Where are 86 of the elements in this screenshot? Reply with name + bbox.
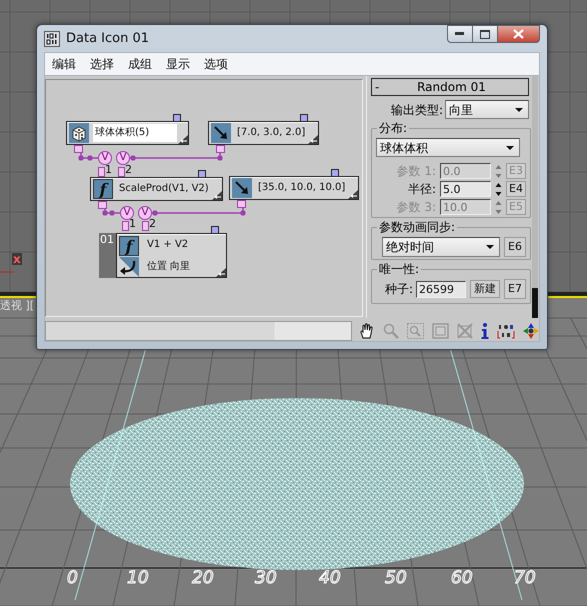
corner-arrow-icon [308, 135, 318, 144]
input-socket[interactable]: V [98, 151, 112, 165]
ruler-label: 30 [255, 568, 277, 588]
corner-arrow-icon [348, 190, 358, 199]
node-label: 球体体积(5) [93, 124, 177, 142]
group-title: 唯一性: [377, 262, 422, 277]
spinner-icon[interactable] [495, 182, 502, 196]
expression-button[interactable]: E4 [506, 181, 526, 197]
axis-label: x [12, 253, 22, 265]
window-title: Data Icon 01 [66, 31, 150, 46]
port-number: 1 [105, 164, 112, 176]
output-plug[interactable] [74, 145, 83, 153]
collapse-toggle[interactable]: - [372, 80, 389, 94]
new-seed-button[interactable]: 新建 [470, 280, 500, 298]
rollout-title: Random 01 [416, 80, 487, 94]
input-port[interactable] [118, 167, 125, 177]
port-number: 1 [129, 218, 136, 230]
field-label: 半径: [408, 182, 436, 196]
ruler-label: 10 [127, 568, 149, 588]
corner-arrow-icon [216, 268, 226, 277]
dropdown-arrow-icon [486, 245, 494, 249]
dropdown[interactable]: 绝对时间 [382, 237, 500, 257]
number-field[interactable]: 5.0 [440, 181, 491, 197]
input-socket[interactable]: V [138, 206, 152, 220]
graph-node[interactable]: [35.0, 10.0, 10.0] [229, 176, 360, 200]
navigate-icon[interactable] [523, 323, 539, 339]
scrollbar[interactable] [532, 76, 538, 318]
maximize-icon [480, 30, 490, 38]
corner-arrow-icon [178, 135, 188, 144]
expression-button[interactable]: E7 [504, 279, 526, 299]
expression-button[interactable]: E6 [504, 237, 526, 257]
corner-arrow-icon [212, 191, 222, 200]
node-label: [7.0, 3.0, 2.0] [236, 126, 306, 140]
field-label: 输出类型: [390, 102, 443, 116]
menu-item[interactable]: 显示 [159, 56, 197, 73]
output-plug[interactable] [237, 200, 246, 208]
group-title: 参数动画同步: [377, 220, 458, 235]
node-label: 位置 向里 [146, 260, 192, 274]
node-label: [35.0, 10.0, 10.0] [257, 181, 346, 195]
dropdown-arrow-icon [506, 146, 514, 150]
ruler-label: 60 [451, 568, 473, 588]
input-socket[interactable]: V [120, 206, 134, 220]
minimize-button[interactable] [447, 25, 473, 43]
node-index: 01 [99, 233, 116, 278]
ruler-label: 50 [385, 568, 407, 588]
port-number: 2 [125, 164, 132, 176]
dropdown-arrow-icon [515, 108, 523, 112]
dice-icon [69, 123, 89, 143]
minimize-icon [455, 32, 465, 36]
curved-arrow-icon [119, 257, 139, 277]
input-socket[interactable]: V [116, 151, 130, 165]
numbered-layout-icon[interactable] [497, 323, 515, 339]
close-icon [513, 29, 524, 39]
info-icon[interactable] [481, 323, 489, 339]
function-icon: f [93, 179, 113, 199]
close-button[interactable] [497, 25, 540, 43]
menu-item[interactable]: 编辑 [45, 56, 83, 73]
output-plug[interactable] [216, 145, 225, 153]
maximize-button[interactable] [472, 25, 498, 43]
field-label: 参数 1: [396, 164, 436, 178]
port-number: 2 [149, 218, 156, 230]
menu-item[interactable]: 选择 [83, 56, 121, 73]
seed-field[interactable]: 26599 [416, 280, 466, 298]
graph-node[interactable]: f V1 + V2 位置 向里 [116, 233, 227, 278]
output-plug[interactable] [98, 201, 107, 209]
dropdown[interactable]: 球体体积 [376, 138, 520, 157]
dropdown[interactable]: 向里 [445, 100, 529, 119]
node-label: V1 + V2 [146, 238, 190, 252]
rollout-header[interactable]: - Random 01 [371, 78, 529, 96]
field-label: 参数 3: [396, 200, 436, 214]
node-label: ScaleProd(V1, V2) [118, 182, 210, 196]
hand-icon[interactable] [359, 323, 375, 339]
ruler-label: 20 [192, 568, 214, 588]
function-icon: f [119, 236, 139, 256]
input-port[interactable] [142, 221, 149, 231]
menu-item[interactable]: 成组 [121, 56, 159, 73]
graph-node[interactable]: 球体体积(5) [66, 121, 189, 145]
field-label: 种子: [384, 282, 413, 296]
ruler-label: 70 [514, 568, 536, 588]
input-port[interactable] [122, 221, 129, 231]
group-title: 分布: [377, 121, 410, 136]
graph-node[interactable]: [7.0, 3.0, 2.0] [208, 121, 320, 145]
menu-item[interactable]: 选项 [197, 56, 235, 73]
graph-node[interactable]: f ScaleProd(V1, V2) [90, 177, 223, 201]
input-port[interactable] [98, 167, 105, 177]
binary-icon [44, 30, 60, 47]
